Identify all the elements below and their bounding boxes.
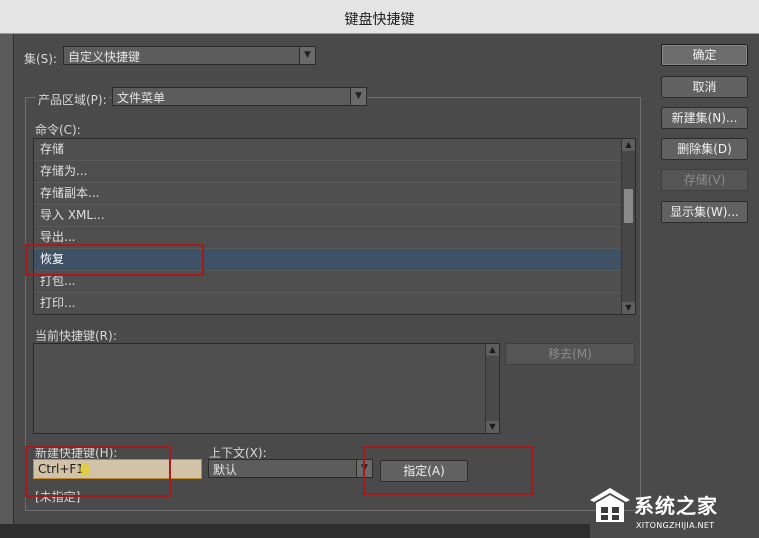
ok-button[interactable]: 确定 xyxy=(661,44,748,66)
commands-list[interactable]: 存储 存储为... 存储副本... 导入 XML... 导出... 恢复 打包.… xyxy=(33,138,636,315)
watermark-brand: 系统之家 xyxy=(634,494,718,518)
scroll-down-icon[interactable]: ▼ xyxy=(622,302,635,314)
background-window-edge xyxy=(0,34,14,538)
context-select[interactable]: 默认 ▼ xyxy=(208,459,373,478)
scroll-up-icon[interactable]: ▲ xyxy=(622,139,635,151)
new-shortcut-input[interactable]: Ctrl+F1 xyxy=(33,459,202,479)
commands-scrollbar[interactable]: ▲ ▼ xyxy=(621,139,635,314)
product-area-select-value: 文件菜单 xyxy=(117,91,166,105)
chevron-down-icon[interactable]: ▼ xyxy=(356,460,372,477)
status-text: [未指定] xyxy=(35,490,81,504)
remove-button[interactable]: 移去(M) xyxy=(505,343,635,365)
set-select[interactable]: 自定义快捷键 ▼ xyxy=(63,46,316,65)
delete-set-button[interactable]: 删除集(D) xyxy=(661,138,748,160)
set-select-value: 自定义快捷键 xyxy=(68,50,141,64)
current-shortcut-label: 当前快捷键(R): xyxy=(35,329,117,343)
list-item[interactable]: 导入 XML... xyxy=(34,205,622,227)
title-bar: 键盘快捷键 xyxy=(0,0,759,34)
list-item[interactable]: 打印... xyxy=(34,293,622,314)
list-item[interactable]: 存储 xyxy=(34,139,622,161)
watermark-url: XITONGZHIJIA.NET xyxy=(636,521,715,530)
set-label: 集(S): xyxy=(24,52,58,66)
mouse-cursor-highlight xyxy=(80,463,90,476)
list-item[interactable]: 导出... xyxy=(34,227,622,249)
new-set-button[interactable]: 新建集(N)... xyxy=(661,107,748,129)
window-title: 键盘快捷键 xyxy=(344,12,415,28)
show-set-button[interactable]: 显示集(W)... xyxy=(661,201,748,223)
chevron-down-icon[interactable]: ▼ xyxy=(350,88,366,105)
commands-label: 命令(C): xyxy=(35,123,81,137)
scroll-down-icon[interactable]: ▼ xyxy=(486,421,499,433)
context-select-value: 默认 xyxy=(213,463,238,477)
scroll-thumb[interactable] xyxy=(624,189,633,223)
cancel-button[interactable]: 取消 xyxy=(661,76,748,98)
house-logo-icon xyxy=(590,488,630,522)
save-set-button[interactable]: 存储(V) xyxy=(661,169,748,191)
scroll-up-icon[interactable]: ▲ xyxy=(486,344,499,356)
assign-button[interactable]: 指定(A) xyxy=(380,460,468,482)
window-bottom-edge xyxy=(0,524,590,538)
list-item[interactable]: 打包... xyxy=(34,271,622,293)
list-item[interactable]: 存储副本... xyxy=(34,183,622,205)
list-item[interactable]: 存储为... xyxy=(34,161,622,183)
product-area-select[interactable]: 文件菜单 ▼ xyxy=(112,87,367,106)
current-shortcut-list[interactable]: ▲ ▼ xyxy=(33,343,500,434)
watermark: 系统之家 XITONGZHIJIA.NET xyxy=(588,484,759,538)
current-shortcut-scrollbar[interactable]: ▲ ▼ xyxy=(485,344,499,433)
product-area-label: 产品区域(P): xyxy=(36,91,109,108)
chevron-down-icon[interactable]: ▼ xyxy=(299,47,315,64)
list-item-selected[interactable]: 恢复 xyxy=(34,249,622,271)
